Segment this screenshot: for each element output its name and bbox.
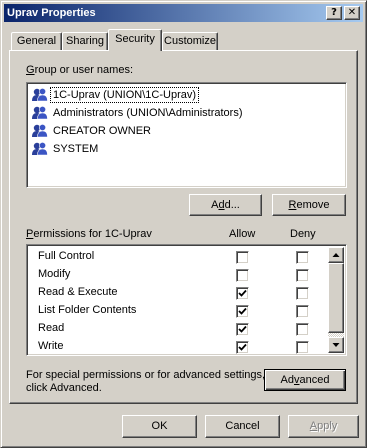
- allow-checkbox[interactable]: [236, 269, 249, 282]
- add-button[interactable]: Add...: [189, 194, 262, 216]
- user-name: CREATOR OWNER: [53, 125, 151, 137]
- user-list-item[interactable]: Administrators (UNION\Administrators): [31, 104, 244, 122]
- deny-header: Deny: [290, 228, 316, 240]
- tab-general[interactable]: General: [11, 32, 62, 50]
- tab-customize[interactable]: Customize: [162, 32, 218, 50]
- close-button[interactable]: ✕: [344, 6, 360, 20]
- permission-name: Read & Execute: [38, 286, 118, 298]
- allow-header: Allow: [229, 228, 256, 240]
- permissions-label: Permissions for 1C-Uprav: [26, 228, 152, 240]
- tab-security[interactable]: Security: [108, 29, 162, 51]
- permission-row: Modify: [27, 266, 323, 284]
- tab-sharing[interactable]: Sharing: [62, 32, 108, 50]
- checkmark-icon: [238, 325, 247, 333]
- permission-name: Modify: [38, 268, 71, 280]
- user-list-item[interactable]: 1C-Uprav (UNION\1C-Uprav): [31, 86, 200, 104]
- permission-row: Read: [27, 320, 323, 338]
- ok-button[interactable]: OK: [122, 415, 197, 438]
- allow-checkbox[interactable]: [236, 341, 249, 354]
- checkmark-icon: [238, 307, 247, 315]
- user-list[interactable]: 1C-Uprav (UNION\1C-Uprav) Administrators…: [26, 82, 347, 188]
- deny-checkbox[interactable]: [296, 341, 309, 354]
- allow-checkbox[interactable]: [236, 287, 249, 300]
- allow-checkbox[interactable]: [236, 305, 249, 318]
- user-list-item[interactable]: SYSTEM: [31, 140, 100, 158]
- cancel-button[interactable]: Cancel: [205, 415, 280, 438]
- deny-checkbox[interactable]: [296, 287, 309, 300]
- user-name: Administrators (UNION\Administrators): [53, 107, 243, 119]
- permissions-scrollbar[interactable]: [328, 247, 344, 353]
- special-permissions-note-line1: For special permissions or for advanced …: [26, 369, 266, 381]
- checkmark-icon: [238, 289, 247, 297]
- permission-name: List Folder Contents: [38, 304, 137, 316]
- title-bar[interactable]: Uprav Properties ? ✕: [4, 4, 363, 22]
- permission-row: Full Control: [27, 248, 323, 266]
- user-name: SYSTEM: [53, 143, 99, 155]
- scroll-down-button[interactable]: [328, 337, 344, 353]
- permission-row: Write: [27, 338, 323, 356]
- permissions-list: Full Control Modify Read & Execute List …: [26, 244, 347, 356]
- remove-button[interactable]: Remove: [272, 194, 346, 216]
- arrow-down-icon: [332, 343, 340, 347]
- deny-checkbox[interactable]: [296, 269, 309, 282]
- deny-checkbox[interactable]: [296, 305, 309, 318]
- permission-name: Write: [38, 340, 64, 352]
- properties-dialog: Uprav Properties ? ✕ General Sharing Sec…: [0, 0, 367, 448]
- permission-name: Full Control: [38, 250, 95, 262]
- permission-row: Read & Execute: [27, 284, 323, 302]
- apply-button[interactable]: Apply: [288, 415, 359, 438]
- checkmark-icon: [238, 343, 247, 351]
- group-icon: [31, 105, 49, 121]
- help-button[interactable]: ?: [326, 6, 342, 20]
- user-list-item[interactable]: CREATOR OWNER: [31, 122, 153, 140]
- group-icon: [31, 141, 49, 157]
- scroll-thumb[interactable]: [328, 263, 344, 333]
- permission-name: Read: [38, 322, 65, 334]
- group-icon: [31, 123, 49, 139]
- scroll-up-button[interactable]: [328, 247, 344, 263]
- group-user-names-label: Group or user names:: [26, 64, 133, 76]
- advanced-button[interactable]: Advanced: [264, 369, 346, 391]
- security-tab-panel: Group or user names: 1C-Uprav (UNION\1C-…: [9, 50, 358, 404]
- window-title: Uprav Properties: [7, 7, 96, 19]
- user-name: 1C-Uprav (UNION\1C-Uprav): [49, 87, 200, 103]
- deny-checkbox[interactable]: [296, 323, 309, 336]
- allow-checkbox[interactable]: [236, 251, 249, 264]
- close-icon: ✕: [347, 7, 357, 18]
- help-icon: ?: [331, 7, 337, 18]
- deny-checkbox[interactable]: [296, 251, 309, 264]
- arrow-up-icon: [332, 253, 340, 257]
- allow-checkbox[interactable]: [236, 323, 249, 336]
- group-icon: [31, 87, 49, 103]
- permission-row: List Folder Contents: [27, 302, 323, 320]
- special-permissions-note-line2: click Advanced.: [26, 382, 102, 394]
